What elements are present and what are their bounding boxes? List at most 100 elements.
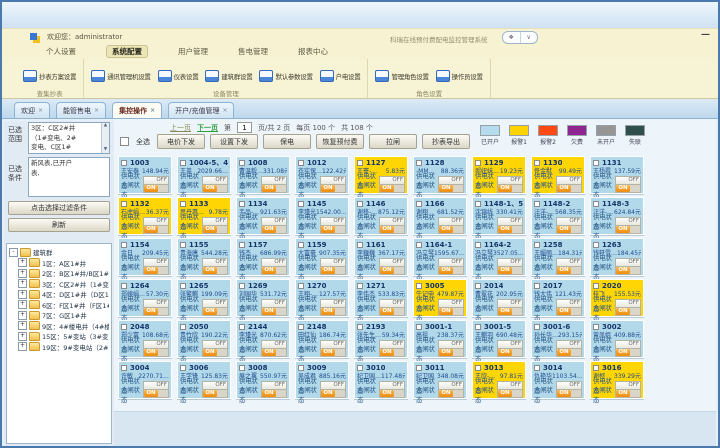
meter-card[interactable]: 2193张先生…59.34元供电状态OFF合闸状态ON [354, 320, 408, 358]
card-checkbox[interactable] [180, 160, 186, 166]
meter-card[interactable]: 1265张繁麒199.09元供电状态OFF合闸状态ON [177, 279, 231, 317]
meter-card[interactable]: 1127王謇-…5.83元供电状态OFF合闸状态ON [354, 156, 408, 194]
switch-status-toggle[interactable]: ON [556, 225, 582, 234]
card-checkbox[interactable] [239, 201, 245, 207]
tree-node[interactable]: +9区：4#楼电井（4#楼 [9, 321, 109, 332]
expand-icon[interactable]: + [18, 269, 27, 278]
card-checkbox[interactable] [298, 201, 304, 207]
card-checkbox[interactable] [416, 160, 422, 166]
card-checkbox[interactable] [475, 324, 481, 330]
expand-icon[interactable]: + [18, 258, 27, 267]
card-checkbox[interactable] [357, 365, 363, 371]
switch-status-toggle[interactable]: ON [556, 389, 582, 398]
meter-card[interactable]: 1132石虎娟…36.37元供电状态OFF合闸状态ON [118, 197, 172, 235]
switch-status-toggle[interactable]: ON [438, 225, 464, 234]
switch-status-toggle[interactable]: ON [261, 225, 287, 234]
switch-status-toggle[interactable]: ON [320, 225, 346, 234]
meter-card[interactable]: 2148田红仙186.74元供电状态OFF合闸状态ON [295, 320, 349, 358]
card-checkbox[interactable] [180, 283, 186, 289]
prev-page-link[interactable]: 上一页 [170, 123, 191, 133]
card-checkbox[interactable] [121, 201, 127, 207]
switch-status-toggle[interactable]: ON [497, 225, 523, 234]
switch-status-toggle[interactable]: ON [143, 307, 169, 316]
card-checkbox[interactable] [121, 365, 127, 371]
meter-card[interactable]: 1148-1、522沈锦线330.41元供电状态OFF合闸状态ON [472, 197, 526, 235]
card-checkbox[interactable] [593, 160, 599, 166]
toolbar-button-3[interactable]: 保电 [263, 134, 311, 149]
page-number-input[interactable] [237, 122, 252, 133]
switch-status-toggle[interactable]: ON [497, 348, 523, 357]
meter-card[interactable]: 1166谢翔681.52元供电状态OFF合闸状态ON [413, 197, 467, 235]
ribbon-button[interactable]: 仪表设置 [158, 70, 199, 82]
meter-card[interactable]: 3009吴成君885.16元供电状态OFF合闸状态ON [295, 361, 349, 399]
card-checkbox[interactable] [593, 283, 599, 289]
card-checkbox[interactable] [416, 283, 422, 289]
card-checkbox[interactable] [180, 201, 186, 207]
card-checkbox[interactable] [534, 242, 540, 248]
switch-status-toggle[interactable]: ON [615, 389, 641, 398]
card-checkbox[interactable] [239, 365, 245, 371]
switch-status-toggle[interactable]: ON [202, 307, 228, 316]
meter-card[interactable]: 3005牛记申479.87元供电状态OFF合闸状态ON [413, 279, 467, 317]
meter-card[interactable]: 1129郝妞妹…19.23元供电状态OFF合闸状态ON [472, 156, 526, 194]
switch-status-toggle[interactable]: ON [556, 307, 582, 316]
meter-card[interactable]: 1258王媚丽…184.31元供电状态OFF合闸状态ON [531, 238, 585, 276]
switch-status-toggle[interactable]: ON [202, 184, 228, 193]
switch-status-toggle[interactable]: ON [615, 184, 641, 193]
tab-3[interactable]: 集控操作× [112, 102, 162, 118]
switch-status-toggle[interactable]: ON [320, 389, 346, 398]
ribbon-button[interactable]: 抄表方案设置 [23, 70, 76, 82]
switch-status-toggle[interactable]: ON [615, 348, 641, 357]
switch-status-toggle[interactable]: ON [261, 184, 287, 193]
switch-status-toggle[interactable]: ON [320, 184, 346, 193]
switch-status-toggle[interactable]: ON [379, 389, 405, 398]
switch-status-toggle[interactable]: ON [143, 348, 169, 357]
card-checkbox[interactable] [121, 324, 127, 330]
tree-node[interactable]: +15区：5#变站（3#变 [9, 331, 109, 342]
meter-card[interactable]: 1270王翔-…127.57元供电状态OFF合闸状态ON [295, 279, 349, 317]
card-checkbox[interactable] [180, 242, 186, 248]
switch-status-toggle[interactable]: ON [261, 266, 287, 275]
card-checkbox[interactable] [534, 160, 540, 166]
card-checkbox[interactable] [416, 242, 422, 248]
switch-status-toggle[interactable]: ON [202, 225, 228, 234]
switch-status-toggle[interactable]: ON [379, 184, 405, 193]
toolbar-button-1[interactable]: 电价下发 [157, 134, 205, 149]
expand-icon[interactable]: + [18, 311, 27, 320]
building-tree[interactable]: -建筑群+1区：A区1#井+2区：B区1#井/B区1#+3区：C区2#井（1#变… [6, 243, 112, 444]
toolbar-button-4[interactable]: 恢复预付费 [316, 134, 364, 149]
switch-status-toggle[interactable]: ON [615, 307, 641, 316]
meter-card[interactable]: 3001-6孙长华…293.15元供电状态OFF合闸状态ON [531, 320, 585, 358]
switch-status-toggle[interactable]: ON [379, 225, 405, 234]
ribbon-button[interactable]: 管理角色设置 [375, 70, 428, 82]
tab-4[interactable]: 开户/充值管理× [168, 102, 234, 118]
meter-card[interactable]: 1157钱杰686.99元供电状态OFF合闸状态ON [236, 238, 290, 276]
meter-card[interactable]: 1263钱轶雪…184.45元供电状态OFF合闸状态ON [590, 238, 644, 276]
ribbon-button[interactable]: 建筑群设置 [205, 70, 252, 82]
collapse-icon[interactable]: - [9, 248, 18, 257]
refresh-button[interactable]: 刷新 [8, 218, 110, 232]
meter-card[interactable]: 1130佟金默99.49元供电状态OFF合闸状态ON [531, 156, 585, 194]
ribbon-button[interactable]: 默认参数设置 [259, 70, 312, 82]
meter-card[interactable]: 1148-3汪洋-…624.84元供电状态OFF合闸状态ON [590, 197, 644, 235]
meter-card[interactable]: 2048郑少富108.68元供电状态OFF合闸状态ON [118, 320, 172, 358]
card-checkbox[interactable] [475, 283, 481, 289]
skin-icon[interactable]: ❖ [503, 32, 521, 43]
switch-status-toggle[interactable]: ON [261, 389, 287, 398]
card-checkbox[interactable] [298, 283, 304, 289]
tree-node[interactable]: +19区：9#变电站（2# [9, 342, 109, 353]
meter-card[interactable]: 3001-5王麒羽690.48元供电状态OFF合闸状态ON [472, 320, 526, 358]
tree-node[interactable]: +4区：D区1#井（D区1 [9, 289, 109, 300]
toolbar-button-5[interactable]: 拉闸 [369, 134, 417, 149]
meter-card[interactable]: 1271李伟杰533.83元供电状态OFF合闸状态ON [354, 279, 408, 317]
meter-card[interactable]: 1003王安泰148.94元供电状态OFF合闸状态ON [118, 156, 172, 194]
switch-status-toggle[interactable]: ON [202, 389, 228, 398]
tab-close-icon[interactable]: × [150, 107, 155, 114]
next-page-link[interactable]: 下一页 [197, 123, 218, 133]
card-checkbox[interactable] [534, 283, 540, 289]
tree-root[interactable]: -建筑群 [9, 247, 109, 258]
card-checkbox[interactable] [593, 201, 599, 207]
meter-card[interactable]: 2014曹翠花202.95元供电状态OFF合闸状态ON [472, 279, 526, 317]
ribbon-button[interactable]: 操作员设置 [436, 70, 483, 82]
switch-status-toggle[interactable]: ON [143, 389, 169, 398]
